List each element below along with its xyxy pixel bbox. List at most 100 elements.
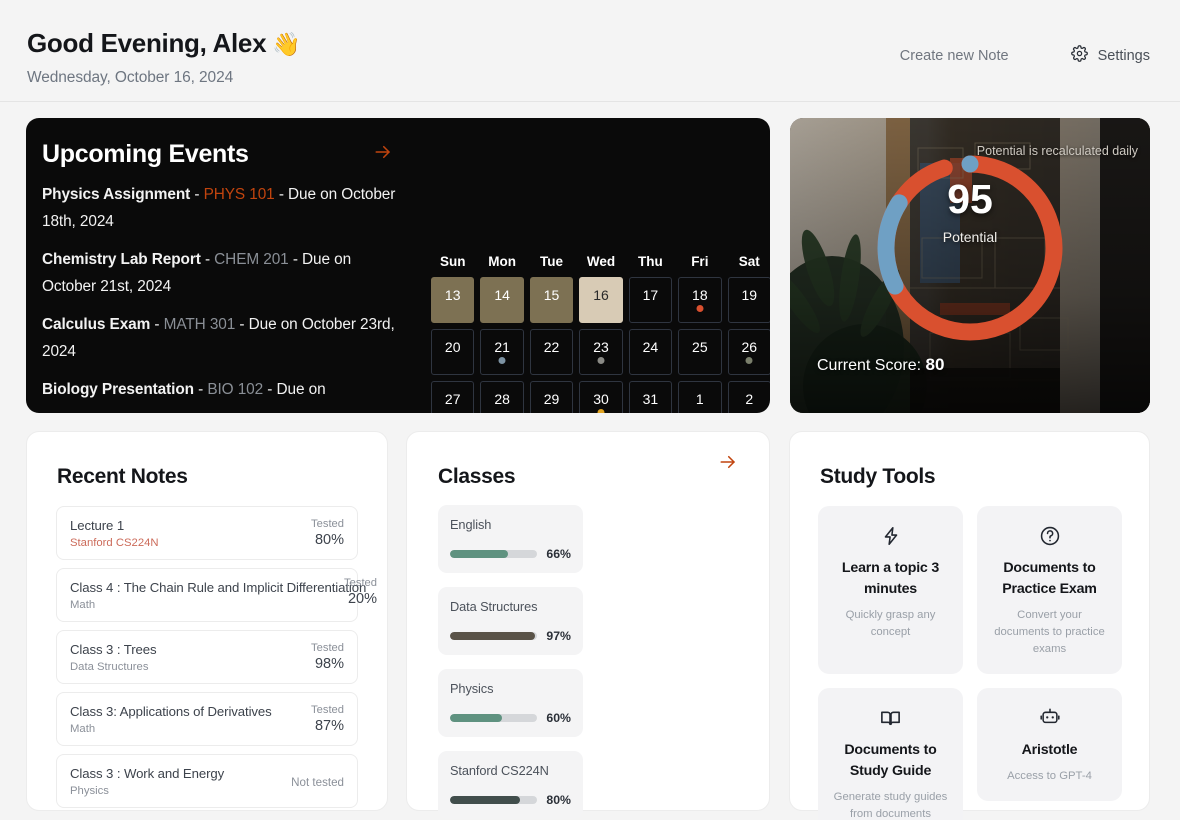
calendar-day-number: 26 <box>741 339 758 355</box>
potential-value: 95 <box>947 176 993 222</box>
calendar-day-cell[interactable]: 22 <box>529 329 574 375</box>
calendar-day-cell[interactable]: 15 <box>529 277 574 323</box>
calendar-day-cell[interactable]: 24 <box>628 329 673 375</box>
calendar-day-cell[interactable]: 30 <box>579 381 623 413</box>
calendar-weekday-row: Sun Mon Tue Wed Thu Fri Sat <box>431 254 770 277</box>
note-item[interactable]: Class 3 : Work and Energy Physics Not test… <box>56 754 358 808</box>
calendar-day-cell[interactable]: 19 <box>727 277 770 323</box>
class-card[interactable]: Physics 60% <box>438 669 583 737</box>
note-item[interactable]: Class 3 : Trees Data Structures Tested 98% <box>56 630 358 684</box>
calendar-day-cell[interactable]: 29 <box>529 381 574 413</box>
event-name: Physics Assignment <box>42 186 191 203</box>
event-course-code: BIO 102 <box>207 381 264 398</box>
event-item[interactable]: Biology Presentation - BIO 102 - Due on <box>42 376 404 403</box>
note-title: Class 3: Applications of Derivatives <box>70 704 272 719</box>
events-header: Upcoming Events <box>42 140 404 169</box>
calendar-day-number: 2 <box>745 391 754 407</box>
calendar-weekday: Fri <box>691 254 709 269</box>
calendar-weekday: Tue <box>540 254 564 269</box>
note-subject: Data Structures <box>70 661 149 673</box>
calendar-day-cell[interactable]: 21 <box>480 329 524 375</box>
note-title: Class 4 : The Chain Rule and Implicit Di… <box>70 580 367 595</box>
settings-button[interactable]: Settings <box>1070 45 1150 67</box>
class-progress: 60% <box>450 711 571 725</box>
calendar-day-number: 22 <box>543 339 560 355</box>
progress-track <box>450 632 538 640</box>
calendar-weekday: Sun <box>439 254 466 269</box>
event-item[interactable]: Calculus Exam - MATH 301 - Due on Octobe… <box>42 311 404 365</box>
study-tools-header: Study Tools <box>790 432 1149 489</box>
calendar-day-number: 29 <box>543 391 560 407</box>
progress-track <box>450 550 538 558</box>
calendar-day-number: 28 <box>494 391 510 407</box>
note-item[interactable]: Class 3: Applications of Derivatives Math… <box>56 692 358 746</box>
events-list-region: Upcoming Events Physics Assignment - PHY… <box>26 118 418 413</box>
note-item[interactable]: Class 4 : The Chain Rule and Implicit Di… <box>56 568 377 622</box>
recent-notes-list: Lecture 1 Stanford CS224N Tested 80% Class 4… <box>27 489 387 808</box>
calendar-day-cell[interactable]: 18 <box>678 277 722 323</box>
calendar-day-number: 13 <box>444 287 461 303</box>
calendar-day-number: 21 <box>494 339 510 355</box>
create-new-note-button[interactable]: Create new Note <box>900 48 1009 64</box>
study-tool-description: Convert your documents to practice exams <box>994 609 1105 655</box>
event-name: Chemistry Lab Report <box>42 251 201 268</box>
study-tool-card[interactable]: Documents to Practice Exam Convert your d… <box>977 506 1122 674</box>
event-item[interactable]: Chemistry Lab Report - CHEM 201 - Due on… <box>42 246 404 300</box>
note-subject: Math <box>70 723 96 735</box>
study-tools-panel: Study Tools Learn a topic 3 minutes Quick… <box>789 431 1150 820</box>
calendar-day-cell[interactable]: 25 <box>678 329 722 375</box>
calendar-day-cell[interactable]: 17 <box>628 277 673 323</box>
class-name: Physics <box>450 681 494 696</box>
calendar-day-cell[interactable]: 28 <box>480 381 524 413</box>
calendar-day-cell[interactable]: 20 <box>431 329 475 375</box>
study-tool-description: Access to GPT-4 <box>1007 770 1092 782</box>
note-subject: Stanford CS224N <box>70 537 159 549</box>
calendar-day-number: 25 <box>692 339 708 355</box>
greeting-text: Good Evening, Alex <box>27 28 267 58</box>
arrow-right-icon[interactable] <box>717 453 739 476</box>
calendar-day-number: 30 <box>593 391 609 407</box>
study-tool-card[interactable]: Aristotle Access to GPT-4 <box>977 688 1122 801</box>
calendar-day-cell[interactable]: 16 <box>579 277 623 323</box>
calendar-day-number: 1 <box>695 391 704 407</box>
classes-header: Classes <box>407 432 769 489</box>
event-name: Calculus Exam <box>42 316 151 333</box>
study-tool-description: Quickly grasp any concept <box>845 609 936 638</box>
book-icon <box>829 705 952 731</box>
calendar-event-dot <box>597 409 605 413</box>
note-status: Tested 80% <box>311 518 344 548</box>
note-score-percent: 98% <box>314 656 344 672</box>
calendar-day-cell[interactable]: 23 <box>579 329 623 375</box>
study-tool-card[interactable]: Learn a topic 3 minutes Quickly grasp any… <box>818 506 963 674</box>
note-status-label: Tested <box>311 704 344 716</box>
study-tool-name: Documents to Practice Exam <box>1002 560 1097 597</box>
class-card[interactable]: English 66% <box>438 505 583 573</box>
study-tools-grid: Learn a topic 3 minutes Quickly grasp any… <box>790 489 1149 820</box>
progress-track <box>450 714 538 722</box>
class-card[interactable]: Data Structures 97% <box>438 587 583 655</box>
class-card[interactable]: Stanford CS224N 80% <box>438 751 583 819</box>
note-item[interactable]: Lecture 1 Stanford CS224N Tested 80% <box>56 506 358 560</box>
class-percent: 97% <box>546 629 571 643</box>
header-actions: Create new Note Settings <box>900 45 1150 67</box>
study-tool-card[interactable]: Documents to Study Guide Generate study g… <box>818 688 963 820</box>
calendar-day-cell[interactable]: 13 <box>431 277 475 323</box>
calendar-day-cell[interactable]: 26 <box>727 329 770 375</box>
note-status-label: Tested <box>311 518 344 530</box>
study-tool-name: Documents to Study Guide <box>844 742 937 779</box>
upcoming-events-card: Upcoming Events Physics Assignment - PHY… <box>26 118 770 413</box>
calendar-day-number: 20 <box>444 339 461 355</box>
note-status-label: Not tested <box>291 776 344 789</box>
calendar-day-cell[interactable]: 14 <box>480 277 524 323</box>
calendar-day-cell[interactable]: 31 <box>628 381 673 413</box>
calendar-weekday: Wed <box>586 254 616 269</box>
calendar-day-number: 24 <box>642 339 659 355</box>
arrow-right-icon[interactable] <box>372 143 394 166</box>
calendar-day-number: 14 <box>494 287 510 303</box>
calendar-event-dot <box>696 305 704 312</box>
lightning-bolt-icon <box>829 523 952 549</box>
calendar-day-cell[interactable]: 1 <box>678 381 722 413</box>
calendar-day-cell[interactable]: 27 <box>431 381 475 413</box>
calendar-day-cell[interactable]: 2 <box>727 381 770 413</box>
event-item[interactable]: Physics Assignment - PHYS 101 - Due on O… <box>42 181 404 235</box>
